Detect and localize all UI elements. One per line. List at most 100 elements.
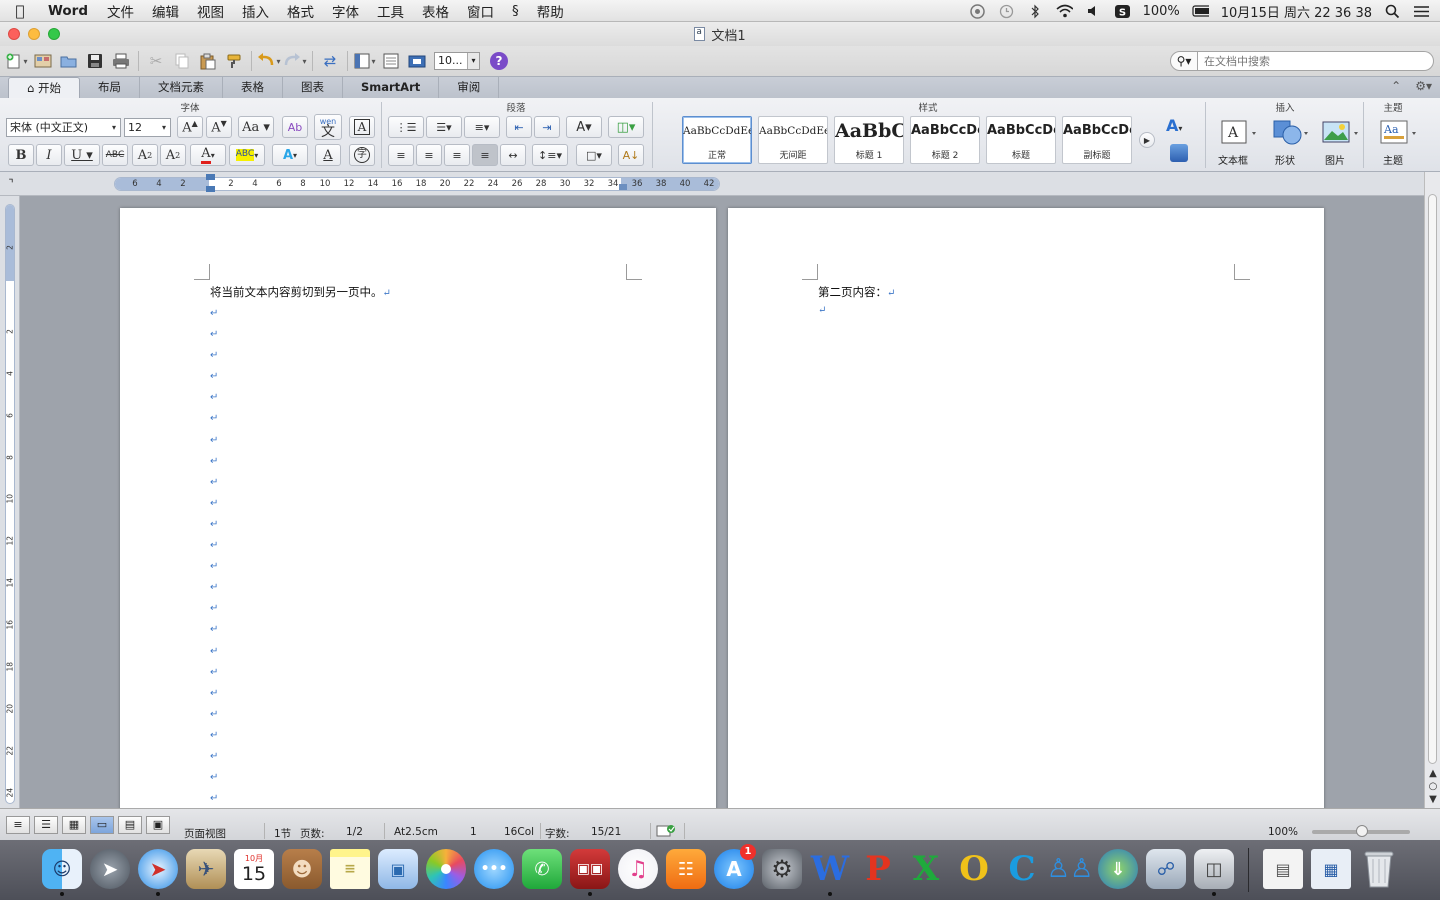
dock-itunes[interactable]: ♫: [614, 842, 662, 896]
menu-file[interactable]: 文件: [98, 1, 143, 21]
distributed-align-button[interactable]: ↔: [500, 144, 526, 166]
style-heading-1[interactable]: AaBbC 标题 1: [834, 116, 904, 164]
save-icon[interactable]: [82, 49, 108, 73]
highlight-button[interactable]: ABC ▾: [229, 144, 265, 166]
time-machine-icon[interactable]: [998, 4, 1015, 19]
previous-page-icon[interactable]: ▲: [1425, 767, 1440, 780]
phonetic-guide-button[interactable]: wen 文: [314, 114, 342, 140]
style-heading-2[interactable]: AaBbCcDc 标题 2: [910, 116, 980, 164]
menu-edit[interactable]: 编辑: [143, 1, 188, 21]
dock-photo-booth[interactable]: ▣▣: [566, 842, 614, 896]
script-menu-icon[interactable]: §: [503, 3, 528, 19]
open-icon[interactable]: [56, 49, 82, 73]
bluetooth-icon[interactable]: [1027, 4, 1044, 19]
help-icon[interactable]: ?: [490, 52, 508, 70]
dock-app-store[interactable]: A 1: [710, 842, 758, 896]
tab-review[interactable]: 审阅: [439, 77, 500, 98]
dock-preview[interactable]: ▣: [374, 842, 422, 896]
wifi-icon[interactable]: [1056, 4, 1073, 19]
spotlight-search-icon[interactable]: [1384, 4, 1401, 19]
character-shading-button[interactable]: A: [315, 144, 341, 166]
menu-format[interactable]: 格式: [278, 1, 323, 21]
menu-table[interactable]: 表格: [413, 1, 458, 21]
document-proxy-icon[interactable]: [694, 27, 706, 41]
redo-icon[interactable]: [282, 49, 308, 73]
dock-messenger[interactable]: ♙♙: [1046, 842, 1094, 896]
dock-remote-desktop[interactable]: ☍: [1142, 842, 1190, 896]
apple-menu-icon[interactable]: : [0, 2, 40, 20]
document-page-2[interactable]: 第二页内容：↵ ↵: [728, 208, 1324, 808]
change-case-button[interactable]: Aa ▾: [238, 116, 274, 138]
horizontal-ruler[interactable]: 6 4 2 2 4 6 8 10 12 14 16 18 20 22 24 26…: [114, 174, 720, 192]
new-document-icon[interactable]: [4, 49, 30, 73]
dock-safari[interactable]: ➤: [134, 842, 182, 896]
dock-documents-stack[interactable]: ▤: [1259, 842, 1307, 896]
numbering-button[interactable]: ☰▾: [426, 116, 462, 138]
columns-button[interactable]: ◫▾: [608, 116, 644, 138]
search-icon[interactable]: ⚲▾: [1170, 51, 1198, 71]
italic-button[interactable]: I: [36, 144, 62, 166]
subscript-button[interactable]: A2: [160, 144, 186, 166]
copy-icon[interactable]: [169, 49, 195, 73]
format-painter-icon[interactable]: [221, 49, 247, 73]
dock-downloads-stack[interactable]: ▦: [1307, 842, 1355, 896]
volume-icon[interactable]: [1085, 4, 1102, 19]
increase-indent-button[interactable]: ⇥: [534, 116, 560, 138]
menu-tools[interactable]: 工具: [368, 1, 413, 21]
insert-textbox-button[interactable]: A 文本框: [1210, 118, 1256, 168]
undo-icon[interactable]: [256, 49, 282, 73]
paste-icon[interactable]: [195, 49, 221, 73]
show-hide-marks-icon[interactable]: ⇄: [317, 49, 343, 73]
dock-finder[interactable]: ☺: [38, 842, 86, 896]
sidebar-toggle-icon[interactable]: [352, 49, 378, 73]
dock-outlook[interactable]: O: [950, 842, 998, 896]
print-layout-view-button[interactable]: ▭: [90, 816, 114, 834]
left-indent-marker[interactable]: [206, 186, 215, 192]
draft-view-button[interactable]: ≡: [6, 816, 30, 834]
grow-font-button[interactable]: A▲: [177, 116, 203, 138]
sort-button[interactable]: A↓: [618, 144, 644, 166]
style-no-spacing[interactable]: AaBbCcDdEe 无间距: [758, 116, 828, 164]
cut-icon[interactable]: ✂: [143, 49, 169, 73]
line-spacing-button[interactable]: ↕≡▾: [532, 144, 568, 166]
style-title[interactable]: AaBbCcDc 标题: [986, 116, 1056, 164]
style-normal[interactable]: AaBbCcDdEe 正常: [682, 116, 752, 164]
dock-calendar[interactable]: 10月 15: [230, 842, 278, 896]
dock-contacts[interactable]: ☻: [278, 842, 326, 896]
scrollbar-thumb[interactable]: [1428, 194, 1437, 764]
underline-button[interactable]: U ▾: [64, 144, 100, 166]
dock-system-preferences[interactable]: ⚙: [758, 842, 806, 896]
clock[interactable]: 10月15日 周六 22 36 38: [1221, 2, 1372, 21]
themes-button[interactable]: Aa 主题: [1370, 118, 1416, 168]
font-name-select[interactable]: 宋体 (中文正文) ▾: [6, 118, 121, 137]
dock-mail[interactable]: ✈: [182, 842, 230, 896]
app-menu-word[interactable]: Word: [40, 3, 98, 19]
spelling-check-icon[interactable]: [656, 824, 676, 838]
focus-view-button[interactable]: ▣: [146, 816, 170, 834]
dock-disk-utility[interactable]: ◫: [1190, 842, 1238, 896]
publishing-layout-view-button[interactable]: ▦: [62, 816, 86, 834]
dock-powerpoint[interactable]: P: [854, 842, 902, 896]
vertical-ruler[interactable]: 2 2 4 6 8 10 12 14 16 18 20 22 24: [5, 204, 15, 804]
dock-messages[interactable]: •••: [470, 842, 518, 896]
templates-gallery-icon[interactable]: [30, 49, 56, 73]
font-size-select[interactable]: 12 ▾: [124, 118, 171, 137]
print-icon[interactable]: [108, 49, 134, 73]
superscript-button[interactable]: A2: [132, 144, 158, 166]
font-color-button[interactable]: A ▾: [190, 144, 226, 166]
multilevel-list-button[interactable]: ≡▾: [464, 116, 500, 138]
tab-smartart[interactable]: SmartArt: [343, 77, 440, 98]
character-border-button[interactable]: A: [349, 116, 375, 138]
document-canvas[interactable]: 将当前文本内容剪切到另一页中。↵ ↵ ↵ ↵ ↵ ↵ ↵ ↵ ↵ ↵ ↵ ↵ ↵…: [20, 196, 1424, 808]
dock-ibooks[interactable]: ☷: [662, 842, 710, 896]
menu-font[interactable]: 字体: [323, 1, 368, 21]
clear-formatting-button[interactable]: Ab: [282, 116, 308, 138]
input-method-icon[interactable]: S: [1114, 4, 1131, 19]
ribbon-settings-icon[interactable]: ⚙▾: [1415, 79, 1432, 93]
document-page-1[interactable]: 将当前文本内容剪切到另一页中。↵ ↵ ↵ ↵ ↵ ↵ ↵ ↵ ↵ ↵ ↵ ↵ ↵…: [120, 208, 716, 808]
sync-icon[interactable]: [969, 3, 986, 19]
outline-view-button[interactable]: ☰: [34, 816, 58, 834]
shrink-font-button[interactable]: A▼: [206, 116, 232, 138]
menu-view[interactable]: 视图: [188, 1, 233, 21]
dock-launchpad[interactable]: ➤: [86, 842, 134, 896]
